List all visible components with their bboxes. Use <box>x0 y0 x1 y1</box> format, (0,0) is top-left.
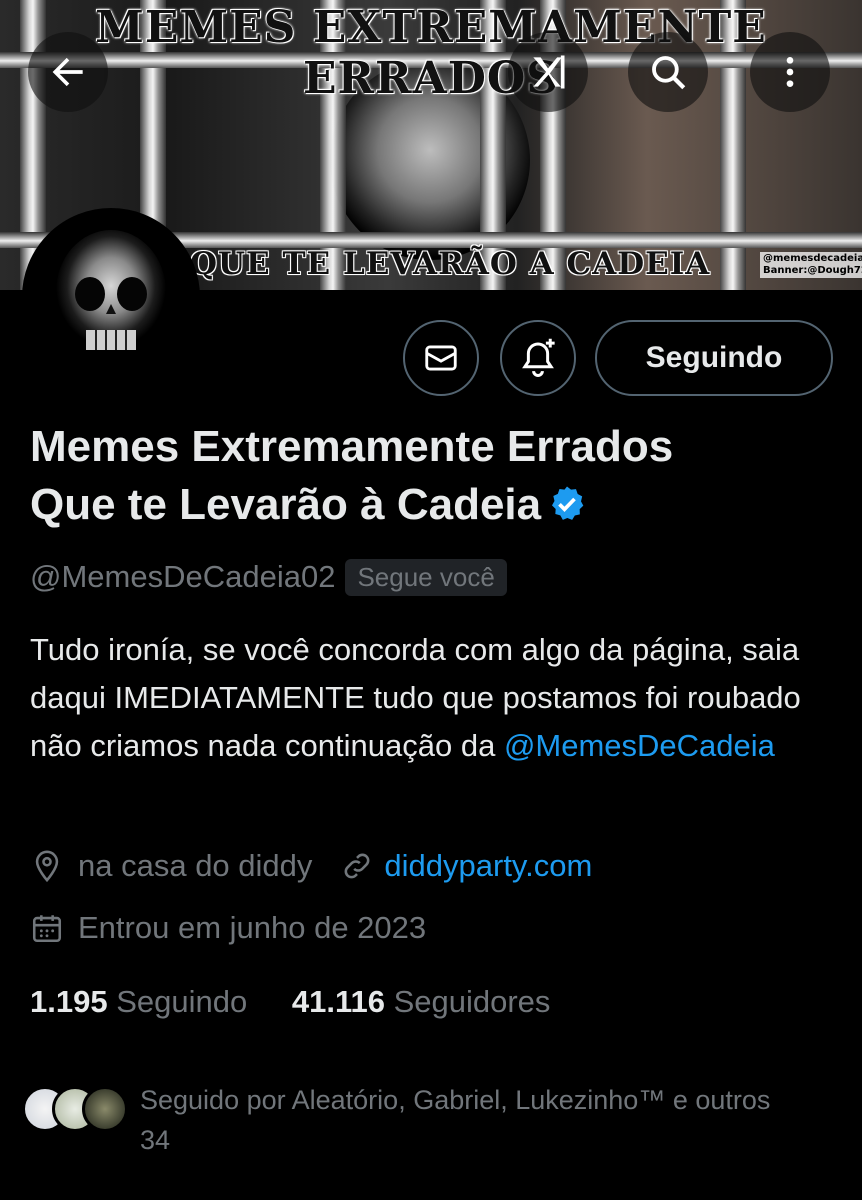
location-website-row: na casa do diddy diddyparty.com <box>30 848 592 884</box>
followers-stat[interactable]: 41.116 Seguidores <box>292 984 551 1019</box>
profile-avatar[interactable] <box>22 208 200 386</box>
location-pin-icon <box>35 850 59 883</box>
grok-icon <box>533 55 565 89</box>
link-icon <box>345 853 370 879</box>
followers-count: 41.116 <box>291 984 385 1019</box>
display-name-line2-wrap: Que te Levarão à Cadeia <box>30 476 830 539</box>
following-count: 1.195 <box>30 984 108 1019</box>
profile-location: na casa do diddy <box>78 848 313 883</box>
banner-credit-author: Banner:@Dough728 <box>763 265 862 276</box>
profile-joined-date: Entrou em junho de 2023 <box>78 910 427 945</box>
follower-avatar <box>82 1086 128 1132</box>
handle-row: @MemesDeCadeia02 Segue você <box>30 556 507 598</box>
follow-stats: 1.195 Seguindo 41.116 Seguidores <box>30 984 550 1020</box>
profile-handle: @MemesDeCadeia02 <box>30 559 336 594</box>
banner-credit-handle: @memesdecadeia <box>763 253 862 264</box>
bell-plus-icon <box>522 338 555 377</box>
display-name-line1: Memes Extremamente Errados <box>30 422 674 471</box>
banner-title: MEMES EXTREMAMENTE ERRADOS <box>95 2 767 104</box>
following-button[interactable]: Seguindo <box>595 320 833 396</box>
more-options-button[interactable] <box>750 32 830 112</box>
profile-website-link[interactable]: diddyparty.com <box>384 848 592 884</box>
mail-icon <box>425 345 457 371</box>
verified-badge-icon <box>547 481 587 539</box>
followers-avatars <box>22 1086 128 1132</box>
profile-bio: Tudo ironía, se você concorda com algo d… <box>30 626 830 770</box>
followed-by-text: Seguido por Aleatório, Gabriel, Lukezinh… <box>140 1085 771 1155</box>
message-button[interactable] <box>403 320 479 396</box>
notifications-button[interactable] <box>500 320 576 396</box>
calendar-icon <box>32 915 62 943</box>
arrow-left-icon <box>52 57 83 87</box>
skull-avatar-image <box>26 212 196 382</box>
display-name-line2: Que te Levarão à Cadeia <box>30 480 542 529</box>
bio-mention-link[interactable]: @MemesDeCadeia <box>504 728 775 763</box>
banner-credit: @memesdecadeia Banner:@Dough728 <box>760 252 862 278</box>
banner-subtitle: QUE TE LEVARÃO A CADEIA <box>190 246 711 282</box>
joined-row: Entrou em junho de 2023 <box>30 910 426 946</box>
grok-button[interactable] <box>508 32 588 112</box>
follows-you-badge: Segue você <box>345 558 507 596</box>
followers-label: Seguidores <box>393 984 551 1019</box>
back-button[interactable] <box>28 32 108 112</box>
followed-by-row[interactable]: Seguido por Aleatório, Gabriel, Lukezinh… <box>22 1080 852 1160</box>
profile-display-name: Memes Extremamente Errados Que te Levarã… <box>30 418 830 539</box>
following-stat[interactable]: 1.195 Seguindo <box>30 984 247 1019</box>
search-button[interactable] <box>628 32 708 112</box>
search-icon <box>652 56 686 90</box>
more-vertical-icon <box>786 57 794 87</box>
following-label: Seguindo <box>116 984 248 1019</box>
